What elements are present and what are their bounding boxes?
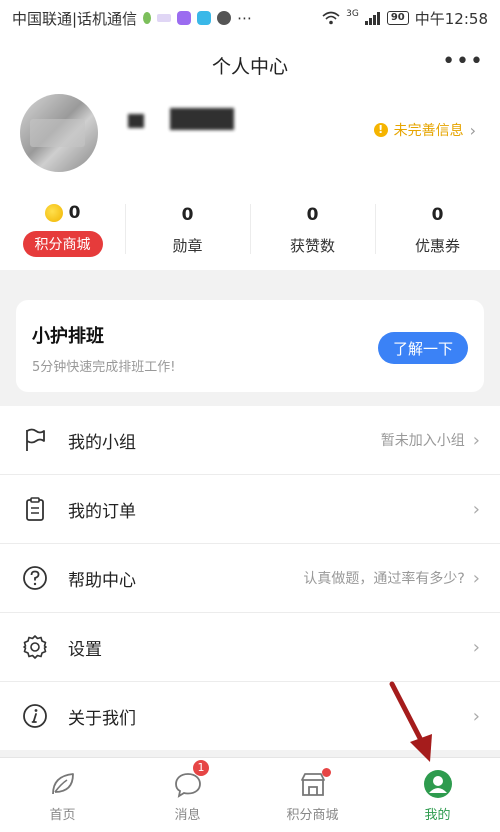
signal-icon <box>364 12 380 25</box>
menu-label: 我的小组 <box>68 432 136 453</box>
message-count-badge: 1 <box>193 760 209 776</box>
notification-dot <box>322 768 331 777</box>
stat-coupons[interactable]: 0 优惠券 <box>375 190 500 270</box>
banner-subtitle: 5分钟快速完成排班工作! <box>32 360 176 375</box>
menu-item-my-orders[interactable]: 我的订单 › <box>0 475 500 544</box>
chevron-right-icon: › <box>472 705 480 727</box>
stat-medals[interactable]: 0 勋章 <box>125 190 250 270</box>
menu-label: 设置 <box>68 639 102 660</box>
page-title: 个人中心 <box>211 55 288 78</box>
menu-item-my-group[interactable]: 我的小组 暂未加入小组 › <box>0 406 500 475</box>
nav-item-messages[interactable]: 1 消息 <box>125 758 250 832</box>
nav-label: 首页 <box>49 807 76 823</box>
medals-value: 0 <box>181 204 194 225</box>
incomplete-info-link[interactable]: ! 未完善信息 › <box>373 120 476 140</box>
nav-label: 积分商城 <box>286 807 339 823</box>
leaf-status-icon <box>143 12 152 24</box>
carrier-text: 中国联通|话机通信 <box>12 9 138 28</box>
warning-icon: ! <box>373 123 388 137</box>
menu-item-about-us[interactable]: 关于我们 › <box>0 682 500 750</box>
banner-title: 小护排班 <box>32 326 104 347</box>
app2-status-icon <box>177 11 192 25</box>
leaf-icon <box>47 768 79 800</box>
gear-icon <box>20 632 50 662</box>
chevron-right-icon: › <box>472 429 480 451</box>
medals-label: 勋章 <box>172 236 203 255</box>
likes-label: 获赞数 <box>289 236 335 255</box>
status-bar-right: 3G 90 中午12:58 <box>322 8 488 29</box>
wifi-icon <box>322 11 340 25</box>
user-id-redacted <box>170 108 234 130</box>
chevron-right-icon: › <box>469 120 476 140</box>
chevron-right-icon: › <box>472 636 480 658</box>
nav-item-mine[interactable]: 我的 <box>375 758 500 832</box>
status-bar-left: 中国联通|话机通信 ⋯ <box>12 8 252 29</box>
bottom-nav: 首页 1 消息 积分商城 我的 <box>0 757 500 832</box>
flag-icon <box>20 425 50 455</box>
status-bar: 中国联通|话机通信 ⋯ 3G 90 中午12:58 <box>0 0 500 36</box>
profile-icon <box>422 768 454 800</box>
chevron-right-icon: › <box>472 567 480 589</box>
menu-label: 我的订单 <box>68 501 136 522</box>
stat-value: 0 <box>44 203 81 223</box>
scheduling-banner[interactable]: 小护排班 5分钟快速完成排班工作! 了解一下 <box>16 300 484 392</box>
page-header: 个人中心 ••• <box>0 36 500 94</box>
stat-points-mall[interactable]: 0 积分商城 <box>0 190 125 270</box>
learn-more-button[interactable]: 了解一下 <box>378 332 468 364</box>
profile-section[interactable]: ! 未完善信息 › <box>0 94 500 190</box>
nav-item-points-mall[interactable]: 积分商城 <box>250 758 375 832</box>
help-icon <box>20 563 50 593</box>
avatar[interactable] <box>20 94 98 172</box>
points-mall-button[interactable]: 积分商城 <box>22 231 103 257</box>
settings-menu: 我的小组 暂未加入小组 › 我的订单 › 帮助中心 认真做题，通过率有多少? ›… <box>0 406 500 750</box>
clipboard-icon <box>20 494 50 524</box>
chevron-right-icon: › <box>472 498 480 520</box>
coin-icon <box>44 204 63 222</box>
clock: 中午12:58 <box>414 9 488 28</box>
app-status-icon <box>157 14 172 22</box>
likes-value: 0 <box>306 204 319 225</box>
nav-label: 消息 <box>174 807 201 823</box>
battery-indicator: 90 <box>386 11 409 25</box>
menu-label: 关于我们 <box>68 708 136 729</box>
more-status-icon: ⋯ <box>237 9 253 27</box>
menu-hint: 认真做题，通过率有多少? <box>303 571 465 587</box>
stats-row: 0 积分商城 0 勋章 0 获赞数 0 优惠券 <box>0 190 500 270</box>
menu-item-help-center[interactable]: 帮助中心 认真做题，通过率有多少? › <box>0 544 500 613</box>
menu-item-settings[interactable]: 设置 › <box>0 613 500 682</box>
nav-label: 我的 <box>424 807 451 823</box>
network-type: 3G <box>346 9 359 19</box>
username-redacted <box>128 114 144 128</box>
menu-hint: 暂未加入小组 <box>380 433 465 449</box>
message-status-icon <box>217 11 232 25</box>
coupons-label: 优惠券 <box>414 236 460 255</box>
more-options-button[interactable]: ••• <box>442 51 484 73</box>
app3-status-icon <box>197 11 212 25</box>
coupons-value: 0 <box>431 204 444 225</box>
info-icon <box>20 701 50 731</box>
points-value: 0 <box>68 203 81 223</box>
menu-label: 帮助中心 <box>68 570 136 591</box>
nav-item-home[interactable]: 首页 <box>0 758 125 832</box>
stat-likes[interactable]: 0 获赞数 <box>250 190 375 270</box>
incomplete-info-label: 未完善信息 <box>393 123 464 139</box>
